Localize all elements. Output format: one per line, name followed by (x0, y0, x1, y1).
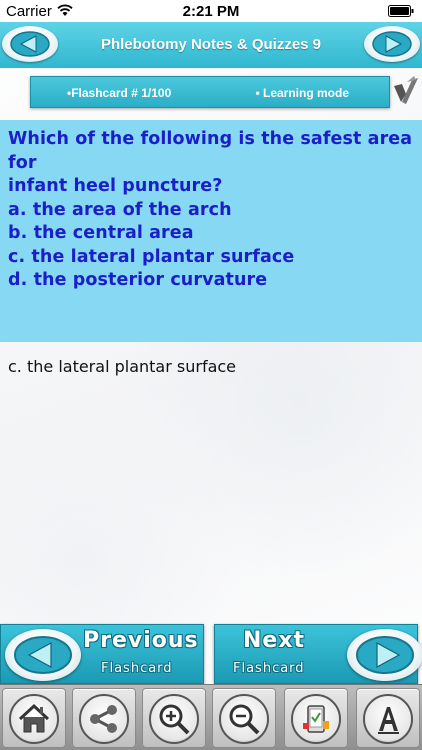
next-sublabel: Flashcard (233, 661, 305, 676)
page-title: Phlebotomy Notes & Quizzes 9 (100, 36, 322, 53)
option-d: d. the posterior curvature (8, 270, 268, 290)
previous-arrow-button[interactable] (5, 629, 81, 681)
zoom-out-button[interactable] (212, 688, 276, 748)
flashcard-counter: •Flashcard # 1/100 (67, 86, 172, 100)
title-bar: Phlebotomy Notes & Quizzes 9 (0, 22, 422, 68)
previous-sublabel: Flashcard (101, 661, 173, 676)
font-button[interactable] (356, 688, 420, 748)
option-c: c. the lateral plantar surface (8, 246, 295, 267)
arrow-right-icon (372, 31, 412, 57)
share-icon (90, 705, 117, 733)
next-label: Next (243, 628, 306, 653)
question-line: infant heel puncture? (8, 176, 223, 196)
option-b: b. the central area (8, 223, 194, 243)
home-icon (18, 703, 50, 733)
previous-flashcard-button[interactable]: Previous Flashcard (0, 624, 204, 684)
font-icon (378, 707, 399, 734)
quiz-icon (303, 705, 329, 733)
zoom-in-icon (159, 704, 190, 735)
battery-icon (388, 5, 414, 17)
previous-label: Previous (83, 628, 199, 653)
answer-text: c. the lateral plantar surface (8, 357, 237, 376)
zoom-in-button[interactable] (142, 688, 206, 748)
arrow-right-icon (356, 636, 414, 674)
question-card: Which of the following is the safest are… (0, 120, 422, 342)
option-a: a. the area of the arch (8, 199, 232, 220)
share-button[interactable] (72, 688, 136, 748)
next-arrow-button[interactable] (347, 629, 422, 681)
zoom-out-icon (229, 704, 260, 735)
arrow-left-icon (14, 636, 72, 674)
info-bar: •Flashcard # 1/100 • Learning mode (30, 76, 390, 108)
quiz-button[interactable] (284, 688, 348, 748)
question-line: Which of the following is the safest are… (8, 129, 413, 173)
bottom-toolbar (0, 684, 422, 750)
logo-icon (394, 76, 418, 104)
home-button[interactable] (2, 688, 66, 748)
mode-label: • Learning mode (255, 86, 349, 100)
next-flashcard-button[interactable]: Next Flashcard (214, 624, 422, 684)
status-bar: Carrier 2:21 PM (0, 0, 422, 22)
flashcard-navigation: Previous Flashcard Next Flashcard (0, 620, 422, 684)
forward-button[interactable] (364, 26, 420, 62)
status-time: 2:21 PM (182, 3, 240, 20)
